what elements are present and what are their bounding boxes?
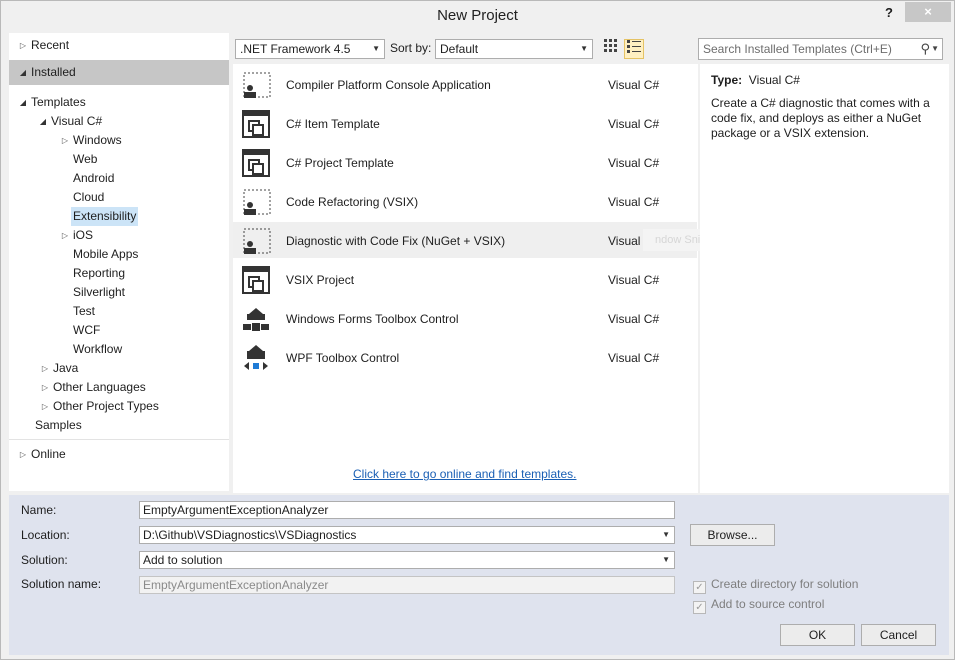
list-view-button[interactable] xyxy=(624,39,644,59)
tree-item-other-project-types[interactable]: ▷ Other Project Types xyxy=(39,397,161,416)
template-toolbar: .NET Framework 4.5 ▼ Sort by: Default ▼ xyxy=(235,39,695,61)
cancel-button[interactable]: Cancel xyxy=(861,624,936,646)
tree-item-online[interactable]: ▷ Online xyxy=(17,445,68,464)
project-settings-form: Name: EmptyArgumentExceptionAnalyzer Loc… xyxy=(9,495,949,655)
tree-item-installed[interactable]: ◢ Installed xyxy=(17,63,78,82)
tree-item-cloud[interactable]: Cloud xyxy=(71,188,106,207)
collapse-arrow-icon[interactable]: ◢ xyxy=(17,63,29,82)
template-tree: ▷ Recent ◢ Installed ◢ Templates ◢ Visual C#… xyxy=(9,33,229,491)
create-directory-checkbox[interactable]: ✓ Create directory for solution xyxy=(693,577,858,594)
sort-by-select[interactable]: Default ▼ xyxy=(435,39,593,59)
expand-arrow-icon[interactable]: ▷ xyxy=(39,359,51,378)
sort-by-label: Sort by: xyxy=(390,41,432,55)
diagnostic-icon xyxy=(243,228,271,254)
name-label: Name: xyxy=(21,503,57,517)
item-template-icon xyxy=(242,110,270,138)
tree-item-ios[interactable]: ▷ iOS xyxy=(59,226,95,245)
new-project-dialog: New Project ? × ▷ Recent ◢ Installed ◢ Temp… xyxy=(0,0,955,660)
tree-item-android[interactable]: Android xyxy=(71,169,116,188)
expand-arrow-icon[interactable]: ▷ xyxy=(17,445,29,464)
tree-item-samples[interactable]: Samples xyxy=(33,416,84,435)
template-type: Type: Visual C# xyxy=(711,73,800,87)
tree-divider xyxy=(9,439,229,440)
tree-item-java[interactable]: ▷ Java xyxy=(39,359,80,378)
winforms-toolbox-icon xyxy=(243,308,269,331)
template-row[interactable]: Windows Forms Toolbox Control Visual C# xyxy=(233,300,697,336)
tree-item-test[interactable]: Test xyxy=(71,302,97,321)
tree-item-windows[interactable]: ▷ Windows xyxy=(59,131,124,150)
collapse-arrow-icon[interactable]: ◢ xyxy=(37,112,49,131)
chevron-down-icon[interactable]: ▼ xyxy=(662,527,670,543)
expand-arrow-icon[interactable]: ▷ xyxy=(59,226,71,245)
tree-item-recent[interactable]: ▷ Recent xyxy=(17,36,71,55)
tree-item-reporting[interactable]: Reporting xyxy=(71,264,127,283)
console-app-icon xyxy=(243,72,271,98)
refactoring-icon xyxy=(243,189,271,215)
close-button[interactable]: × xyxy=(905,2,951,22)
solution-label: Solution: xyxy=(21,553,68,567)
location-input[interactable]: D:\Github\VSDiagnostics\VSDiagnostics ▼ xyxy=(139,526,675,544)
expand-arrow-icon[interactable]: ▷ xyxy=(17,36,29,55)
source-control-checkbox[interactable]: ✓ Add to source control xyxy=(693,597,824,614)
template-description: Type: Visual C# Create a C# diagnostic t… xyxy=(700,64,949,493)
title-bar: New Project ? × xyxy=(1,1,954,31)
solution-select[interactable]: Add to solution ▼ xyxy=(139,551,675,569)
collapse-arrow-icon[interactable]: ◢ xyxy=(17,93,29,112)
tree-item-silverlight[interactable]: Silverlight xyxy=(71,283,127,302)
list-view-icon xyxy=(627,40,641,53)
project-template-icon xyxy=(242,149,270,177)
checkmark-icon: ✓ xyxy=(693,601,706,614)
template-row-selected[interactable]: Diagnostic with Code Fix (NuGet + VSIX) … xyxy=(233,222,697,258)
checkmark-icon: ✓ xyxy=(693,581,706,594)
tree-item-extensibility[interactable]: Extensibility xyxy=(71,207,139,226)
template-row[interactable]: WPF Toolbox Control Visual C# xyxy=(233,339,697,375)
expand-arrow-icon[interactable]: ▷ xyxy=(39,378,51,397)
tree-item-visual-cs[interactable]: ◢ Visual C# xyxy=(37,112,104,131)
small-icons-view-button[interactable] xyxy=(601,39,621,59)
tree-item-wcf[interactable]: WCF xyxy=(71,321,102,340)
description-text: Create a C# diagnostic that comes with a… xyxy=(711,96,930,140)
location-label: Location: xyxy=(21,528,70,542)
tree-item-web[interactable]: Web xyxy=(71,150,99,169)
help-button[interactable]: ? xyxy=(879,3,899,23)
chevron-down-icon[interactable]: ▼ xyxy=(662,552,670,568)
template-row[interactable]: Code Refactoring (VSIX) Visual C# xyxy=(233,183,697,219)
tree-item-workflow[interactable]: Workflow xyxy=(71,340,124,359)
name-input[interactable]: EmptyArgumentExceptionAnalyzer xyxy=(139,501,675,519)
template-row[interactable]: VSIX Project Visual C# xyxy=(233,261,697,297)
template-row[interactable]: C# Project Template Visual C# xyxy=(233,144,697,180)
template-list: Compiler Platform Console Application Vi… xyxy=(233,64,783,493)
chevron-down-icon[interactable]: ▼ xyxy=(931,39,939,59)
chevron-down-icon: ▼ xyxy=(372,44,380,53)
framework-select[interactable]: .NET Framework 4.5 ▼ xyxy=(235,39,385,59)
online-templates-link[interactable]: Click here to go online and find templat… xyxy=(353,467,576,481)
tree-item-templates[interactable]: ◢ Templates xyxy=(17,93,88,112)
tree-item-mobile-apps[interactable]: Mobile Apps xyxy=(71,245,140,264)
expand-arrow-icon[interactable]: ▷ xyxy=(59,131,71,150)
browse-button[interactable]: Browse... xyxy=(690,524,775,546)
chevron-down-icon: ▼ xyxy=(580,44,588,53)
template-row[interactable]: C# Item Template Visual C# xyxy=(233,105,697,141)
solution-name-label: Solution name: xyxy=(21,577,102,591)
grid-view-icon xyxy=(604,39,617,52)
tree-item-other-languages[interactable]: ▷ Other Languages xyxy=(39,378,148,397)
wpf-toolbox-icon xyxy=(244,345,268,370)
search-icon[interactable]: ⚲ xyxy=(920,39,930,59)
dialog-title: New Project xyxy=(437,7,518,24)
template-row[interactable]: Compiler Platform Console Application Vi… xyxy=(233,66,697,102)
solution-name-input[interactable]: EmptyArgumentExceptionAnalyzer xyxy=(139,576,675,594)
vsix-icon xyxy=(242,266,270,294)
ok-button[interactable]: OK xyxy=(780,624,855,646)
expand-arrow-icon[interactable]: ▷ xyxy=(39,397,51,416)
search-templates-input[interactable]: Search Installed Templates (Ctrl+E) ⚲ ▼ xyxy=(698,38,943,60)
